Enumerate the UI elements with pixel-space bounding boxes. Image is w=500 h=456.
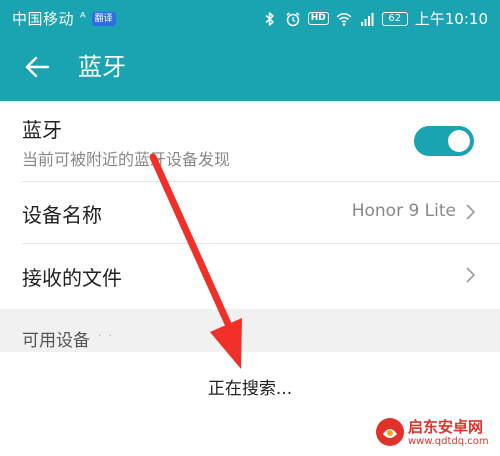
bluetooth-icon xyxy=(265,11,274,26)
received-files-row[interactable]: 接收的文件 xyxy=(0,244,500,307)
watermark: 启东安卓网 www.qdtdq.com xyxy=(374,414,496,452)
searching-status: 正在搜索... xyxy=(207,379,293,399)
notification-icon: ᴬ xyxy=(80,11,86,26)
device-name-label: 设备名称 xyxy=(22,203,102,227)
bluetooth-label: 蓝牙 xyxy=(22,118,62,142)
bluetooth-toggle[interactable] xyxy=(414,126,474,156)
chevron-right-icon xyxy=(466,267,476,283)
cellular-signal-icon xyxy=(360,12,374,26)
received-files-label: 接收的文件 xyxy=(22,266,122,290)
watermark-name: 启东安卓网 xyxy=(408,418,484,436)
searching-spinner: · · xyxy=(98,331,114,342)
status-clock: 上午10:10 xyxy=(414,10,488,28)
toggle-knob xyxy=(448,130,470,152)
translate-app-icon: 翻译 xyxy=(91,11,116,26)
wifi-icon xyxy=(336,12,352,26)
battery-indicator: 62 xyxy=(381,11,408,26)
available-devices-header: 可用设备 · · xyxy=(0,309,500,352)
status-right: HD 62 上午10:10 xyxy=(262,8,488,29)
status-left: 中国移动 ᴬ 翻译 xyxy=(12,8,116,29)
carrier-name: 中国移动 xyxy=(12,10,75,28)
available-devices-title: 可用设备 xyxy=(22,331,90,351)
back-arrow-icon[interactable] xyxy=(22,52,52,82)
watermark-url: www.qdtdq.com xyxy=(408,436,489,447)
device-name-row[interactable]: 设备名称 Honor 9 Lite xyxy=(0,181,500,243)
hd-voice-badge: HD xyxy=(307,12,329,25)
status-bar: 中国移动 ᴬ 翻译 HD 62 上午10:10 xyxy=(0,0,500,34)
page-title: 蓝牙 xyxy=(78,53,126,81)
alarm-icon xyxy=(286,11,300,26)
bluetooth-visibility-subtitle: 当前可被附近的蓝牙设备发现 xyxy=(22,150,231,169)
chevron-right-icon xyxy=(466,204,476,220)
device-name-value: Honor 9 Lite xyxy=(351,201,456,221)
watermark-logo-icon xyxy=(376,418,404,446)
